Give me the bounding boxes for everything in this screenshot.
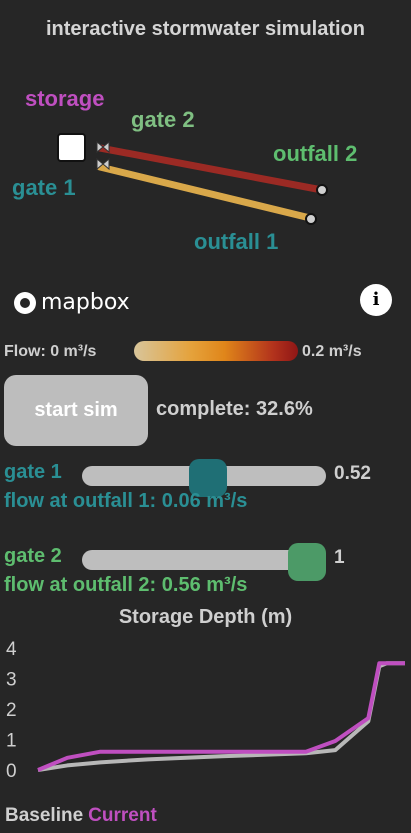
mapbox-wordmark: mapbox xyxy=(41,290,130,315)
storage-label: storage xyxy=(25,86,105,111)
gate2-slider[interactable] xyxy=(82,543,326,581)
storage-depth-chart: 4 3 2 1 0 xyxy=(6,639,405,782)
info-icon[interactable]: i xyxy=(360,284,392,316)
completion-status: complete: 32.6% xyxy=(156,398,313,420)
y-tick-label: 4 xyxy=(6,639,17,660)
outfall2-label: outfall 2 xyxy=(273,141,358,166)
y-tick-label: 1 xyxy=(6,731,17,752)
y-tick-label: 3 xyxy=(6,670,17,691)
legend-baseline: Baseline xyxy=(5,805,84,826)
gate2-control: gate 2 1 xyxy=(4,543,404,581)
gate1-control: gate 1 0.52 xyxy=(4,459,404,497)
outfall1-flow: flow at outfall 1: 0.06 m³/s xyxy=(4,490,248,512)
gate2-slider-label: gate 2 xyxy=(4,545,62,567)
gate2-value: 1 xyxy=(334,547,345,568)
flow-max-label: 0.2 m³/s xyxy=(302,343,362,360)
gate1-label: gate 1 xyxy=(12,175,76,200)
outfall2-node xyxy=(316,184,328,196)
chart-legend: Baseline Current xyxy=(5,805,157,827)
simulation-panel: interactive stormwater simulation storag… xyxy=(0,0,411,833)
chart-title: Storage Depth (m) xyxy=(118,606,293,628)
outfall2-flow: flow at outfall 2: 0.56 m³/s xyxy=(4,574,248,596)
y-tick-label: 0 xyxy=(6,761,17,782)
gate2-label: gate 2 xyxy=(131,107,195,132)
storage-node xyxy=(57,133,86,162)
gate1-slider[interactable] xyxy=(82,459,326,497)
outfall1-label: outfall 1 xyxy=(194,229,279,254)
mapbox-icon xyxy=(14,291,36,314)
outfall1-node xyxy=(305,213,317,225)
mapbox-logo[interactable]: mapbox xyxy=(14,290,130,315)
current-line xyxy=(37,661,405,772)
page-title: interactive stormwater simulation xyxy=(46,18,365,40)
flow-color-ramp xyxy=(134,341,298,361)
flow-min-label: Flow: 0 m³/s xyxy=(4,343,97,360)
gate2-slider-thumb[interactable] xyxy=(288,543,326,581)
y-tick-label: 2 xyxy=(6,700,17,721)
gate1-slider-label: gate 1 xyxy=(4,461,62,483)
gate1-pipe xyxy=(96,163,314,222)
start-sim-button[interactable]: start sim xyxy=(4,375,148,446)
flow-legend: Flow: 0 m³/s 0.2 m³/s xyxy=(4,341,404,365)
gate1-value: 0.52 xyxy=(334,463,371,484)
legend-current: Current xyxy=(88,805,157,826)
